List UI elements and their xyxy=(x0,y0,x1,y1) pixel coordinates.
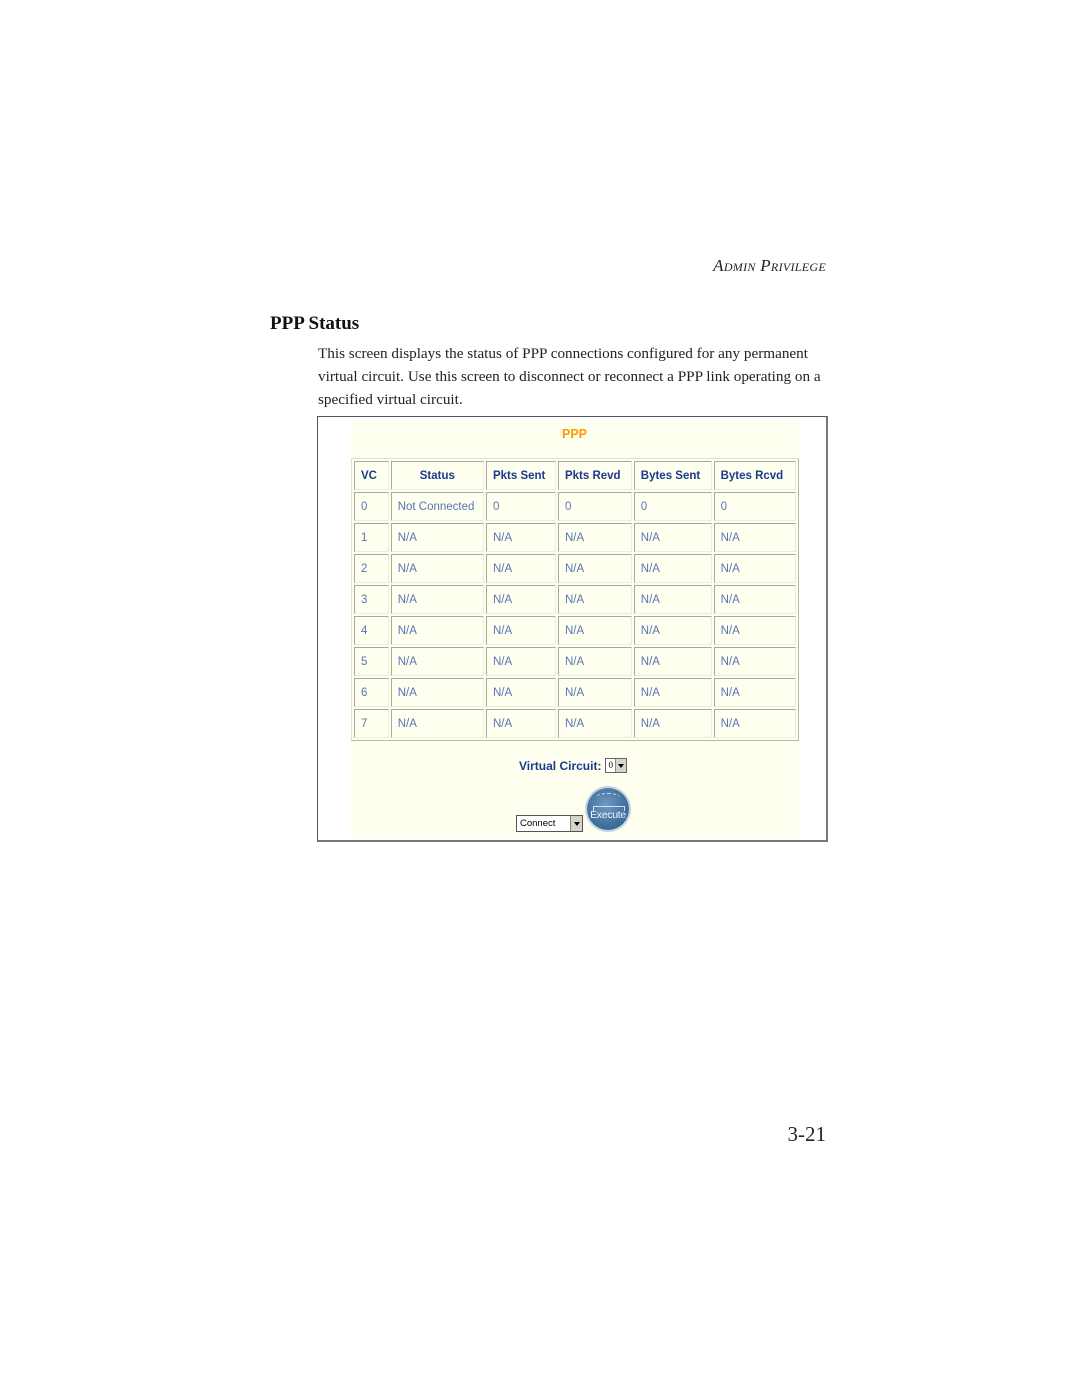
table-row: 6 N/A N/A N/A N/A N/A xyxy=(354,678,796,707)
cell-pkts-revd: N/A xyxy=(557,554,632,583)
cell-vc: 6 xyxy=(354,678,389,707)
table-row: 5 N/A N/A N/A N/A N/A xyxy=(354,647,796,676)
page-number: 3-21 xyxy=(787,1122,827,1146)
cell-status: N/A xyxy=(390,554,484,583)
table-row: 0 Not Connected 0 0 0 0 xyxy=(354,492,796,521)
cell-vc: 0 xyxy=(354,492,389,521)
header-bytes-rcvd: Bytes Rcvd xyxy=(713,461,796,490)
table-row: 3 N/A N/A N/A N/A N/A xyxy=(354,585,796,614)
cell-pkts-sent: N/A xyxy=(485,523,556,552)
cell-bytes-rcvd: N/A xyxy=(713,647,796,676)
header-bytes-sent: Bytes Sent xyxy=(633,461,712,490)
cell-pkts-revd: N/A xyxy=(557,585,632,614)
virtual-circuit-row: Virtual Circuit: 0 xyxy=(519,758,628,773)
ppp-status-table: VC Status Pkts Sent Pkts Revd Bytes Sent… xyxy=(351,458,799,741)
cell-pkts-revd: N/A xyxy=(557,647,632,676)
table-row: 7 N/A N/A N/A N/A N/A xyxy=(354,709,796,738)
action-select[interactable]: Connect xyxy=(516,815,583,832)
cell-status: N/A xyxy=(390,616,484,645)
execute-label: Execute xyxy=(590,809,626,821)
cell-pkts-revd: N/A xyxy=(557,523,632,552)
table-row: 1 N/A N/A N/A N/A N/A xyxy=(354,523,796,552)
cell-pkts-sent: N/A xyxy=(485,709,556,738)
header-pkts-revd: Pkts Revd xyxy=(557,461,632,490)
table-header-row: VC Status Pkts Sent Pkts Revd Bytes Sent… xyxy=(354,461,796,490)
cell-pkts-revd: N/A xyxy=(557,709,632,738)
cell-bytes-sent: N/A xyxy=(633,554,712,583)
intro-paragraph: This screen displays the status of PPP c… xyxy=(318,345,821,408)
execute-button[interactable]: Execute xyxy=(587,788,629,830)
cell-bytes-rcvd: N/A xyxy=(713,585,796,614)
cell-bytes-rcvd: N/A xyxy=(713,678,796,707)
running-head: Admin Privilege xyxy=(713,256,826,275)
chevron-down-icon[interactable] xyxy=(615,759,627,772)
chevron-down-icon[interactable] xyxy=(570,816,582,831)
cell-bytes-rcvd: N/A xyxy=(713,523,796,552)
cell-pkts-sent: 0 xyxy=(485,492,556,521)
cell-vc: 7 xyxy=(354,709,389,738)
panel-title: PPP xyxy=(350,427,799,441)
cell-vc: 5 xyxy=(354,647,389,676)
header-pkts-sent: Pkts Sent xyxy=(485,461,556,490)
section-title: PPP Status xyxy=(270,313,360,334)
cell-vc: 1 xyxy=(354,523,389,552)
cell-bytes-rcvd: 0 xyxy=(713,492,796,521)
cell-pkts-revd: N/A xyxy=(557,616,632,645)
cell-status: N/A xyxy=(390,709,484,738)
cell-bytes-rcvd: N/A xyxy=(713,709,796,738)
cell-bytes-sent: N/A xyxy=(633,678,712,707)
cell-pkts-sent: N/A xyxy=(485,585,556,614)
virtual-circuit-select[interactable]: 0 xyxy=(605,758,628,773)
cell-bytes-sent: N/A xyxy=(633,585,712,614)
virtual-circuit-value: 0 xyxy=(608,760,613,770)
cell-vc: 4 xyxy=(354,616,389,645)
cell-status: N/A xyxy=(390,647,484,676)
cell-bytes-rcvd: N/A xyxy=(713,616,796,645)
cell-pkts-sent: N/A xyxy=(485,554,556,583)
virtual-circuit-label: Virtual Circuit: xyxy=(519,758,602,773)
cell-bytes-sent: N/A xyxy=(633,709,712,738)
ppp-panel: PPP VC Status Pkts Sent Pkts Revd Bytes … xyxy=(350,421,799,838)
cell-vc: 2 xyxy=(354,554,389,583)
cell-bytes-sent: N/A xyxy=(633,616,712,645)
action-select-value: Connect xyxy=(520,818,556,829)
cell-status: N/A xyxy=(390,585,484,614)
cell-bytes-rcvd: N/A xyxy=(713,554,796,583)
cell-pkts-revd: N/A xyxy=(557,678,632,707)
cell-status: Not Connected xyxy=(390,492,484,521)
cell-bytes-sent: 0 xyxy=(633,492,712,521)
cell-pkts-sent: N/A xyxy=(485,616,556,645)
table-row: 2 N/A N/A N/A N/A N/A xyxy=(354,554,796,583)
cell-pkts-sent: N/A xyxy=(485,678,556,707)
table-row: 4 N/A N/A N/A N/A N/A xyxy=(354,616,796,645)
cell-pkts-sent: N/A xyxy=(485,647,556,676)
header-vc: VC xyxy=(354,461,389,490)
panel-title-text: PPP xyxy=(561,427,587,441)
header-status: Status xyxy=(390,461,484,490)
execute-rays-icon xyxy=(595,793,621,804)
cell-bytes-sent: N/A xyxy=(633,523,712,552)
cell-vc: 3 xyxy=(354,585,389,614)
cell-status: N/A xyxy=(390,523,484,552)
cell-status: N/A xyxy=(390,678,484,707)
cell-bytes-sent: N/A xyxy=(633,647,712,676)
cell-pkts-revd: 0 xyxy=(557,492,632,521)
